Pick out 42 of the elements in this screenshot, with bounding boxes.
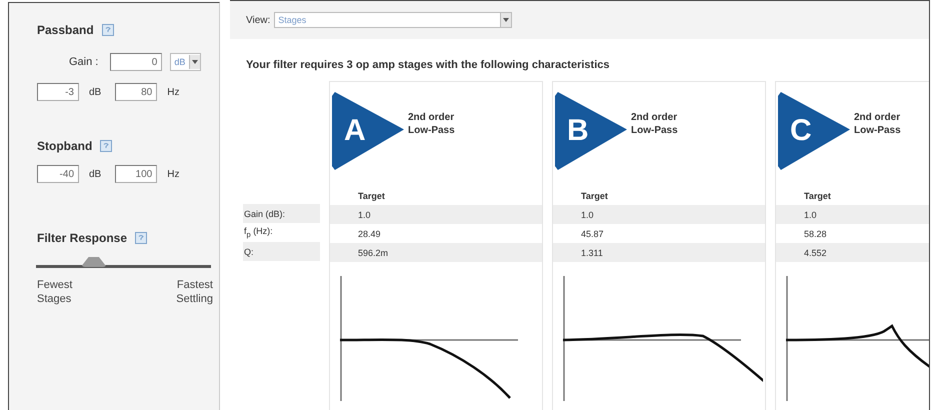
frequency-input[interactable]: 100 [115, 165, 158, 183]
unit-label: dB [89, 168, 102, 180]
stage-title: 2nd order Low-Pass [631, 112, 679, 137]
table-cell: 4.552 [804, 248, 827, 258]
section-title: Passband [37, 23, 94, 37]
unit-label: Hz [167, 168, 180, 180]
section-title: Stopband [37, 139, 92, 153]
frequency-input[interactable]: 80 [115, 83, 158, 101]
table-cell: 596.2m [358, 248, 388, 258]
table-cell: 28.49 [358, 228, 381, 238]
unit-label: Hz [167, 86, 180, 98]
attenuation-input[interactable]: -3 [37, 83, 79, 101]
column-header: Target [804, 190, 831, 200]
table-cell: 1.0 [804, 210, 817, 220]
help-icon[interactable] [100, 140, 112, 152]
stage-badge: B [555, 92, 627, 170]
stage-title: 2nd order Low-Pass [408, 112, 456, 137]
unit-label: dB [89, 86, 102, 98]
gain-input[interactable]: 0 [110, 53, 162, 71]
table-cell: 1.0 [581, 210, 594, 220]
attenuation-input[interactable]: -40 [37, 165, 79, 183]
help-icon[interactable] [135, 232, 148, 244]
column-header: Target [581, 190, 608, 200]
table-cell: 45.87 [581, 228, 604, 238]
view-label: View: [246, 14, 270, 26]
stage-badge: A [332, 92, 404, 170]
unit-dropdown[interactable]: dB [170, 53, 202, 71]
table-cell: 1.311 [581, 248, 603, 258]
row-label: Gain (dB): [244, 208, 286, 218]
gain-label: Gain : [69, 56, 98, 68]
heading: Your filter requires 3 op amp stages with the following characteristics [246, 59, 610, 71]
slider-min-label: Fewest Stages [37, 278, 74, 307]
help-icon[interactable] [102, 24, 114, 36]
stage-badge: C [778, 92, 850, 170]
table-cell: 1.0 [358, 210, 371, 220]
section-title: Filter Response [37, 231, 128, 245]
row-label: f$_{p}$ (Hz): [244, 226, 273, 239]
table-cell: 58.28 [804, 228, 827, 238]
slider-max-label: Fastest Settling [175, 278, 213, 307]
column-header: Target [358, 190, 385, 200]
stage-title: 2nd order Low-Pass [854, 112, 902, 137]
row-label: Q: [244, 246, 254, 256]
